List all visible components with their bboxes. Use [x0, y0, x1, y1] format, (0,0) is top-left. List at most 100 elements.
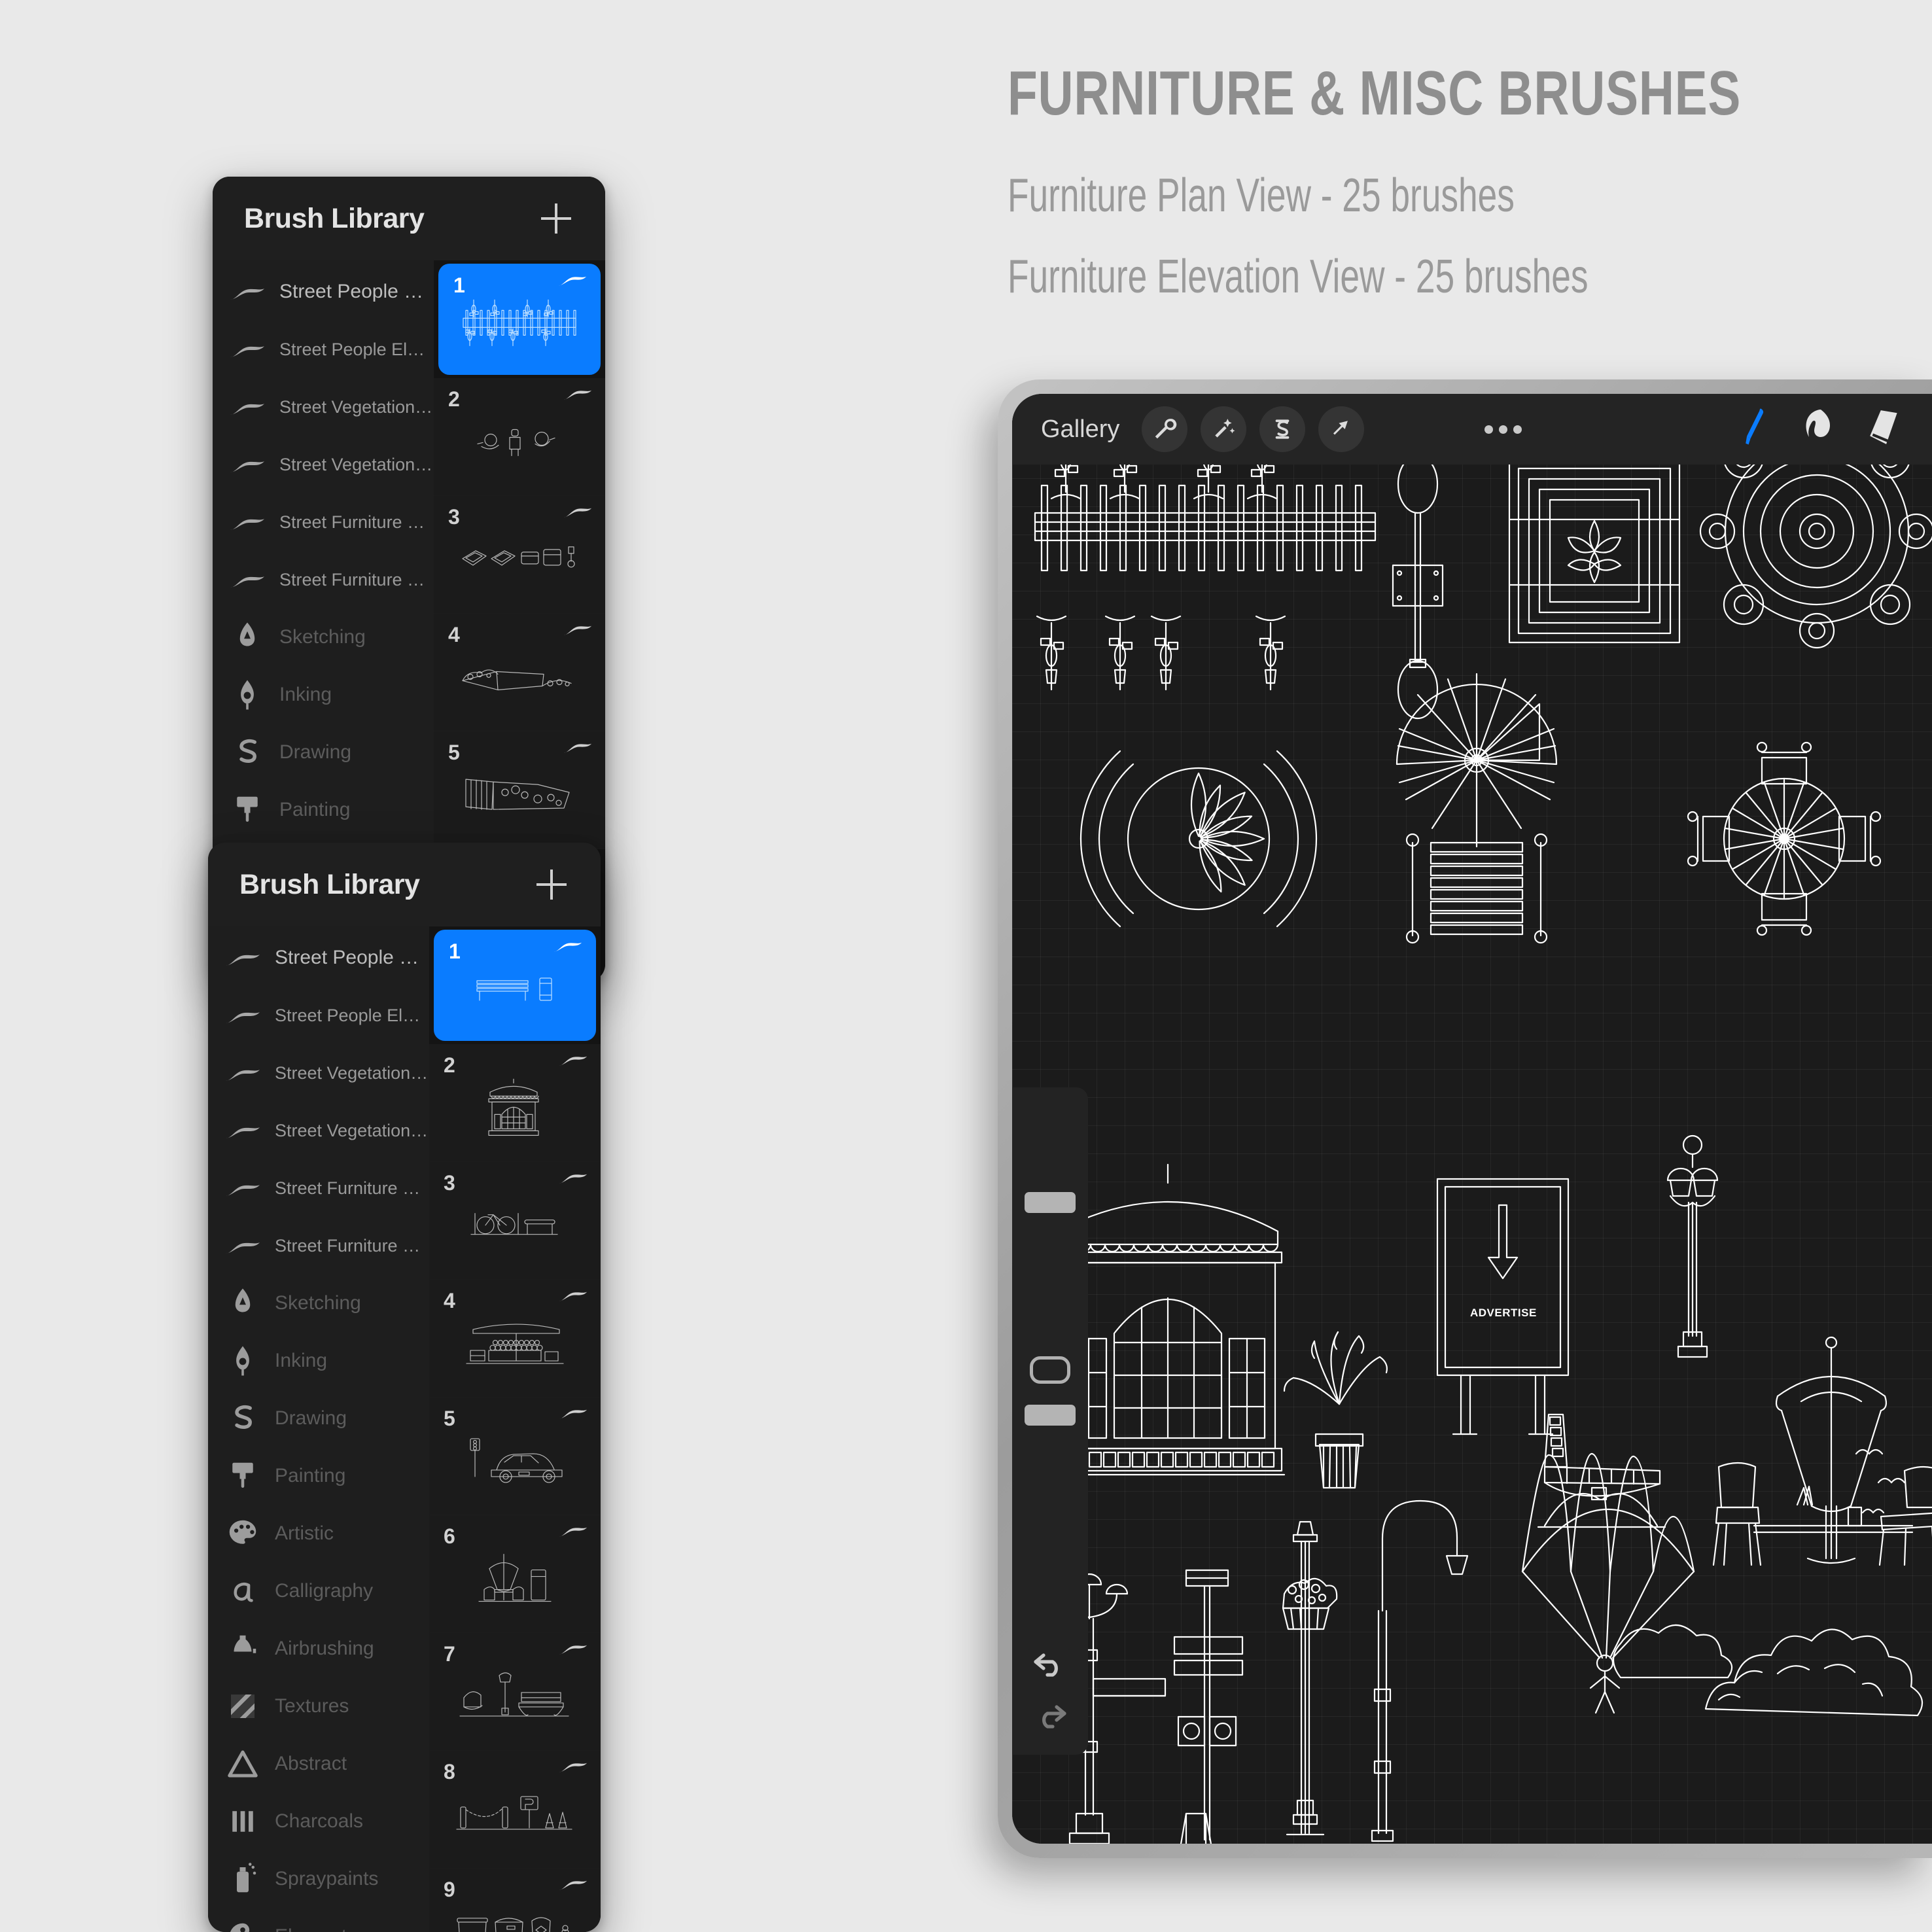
sidebar-item-street-furniture-elev[interactable]: Street Furniture Elev... — [208, 1217, 429, 1274]
ipad-screen: ADVERTISE Gallery — [1012, 394, 1932, 1844]
more-options-button[interactable] — [1484, 425, 1522, 434]
triangle-icon — [225, 1746, 260, 1782]
brush-card[interactable]: 3 — [429, 1162, 601, 1280]
three-bars-icon — [225, 1804, 260, 1839]
brush-card[interactable]: 8 — [429, 1751, 601, 1869]
adjustments-wand-icon[interactable] — [1201, 406, 1247, 452]
brush-card[interactable]: 2 — [434, 378, 605, 496]
brush-grid[interactable]: 1 2 3 4 5 6 7 8 9 — [429, 926, 601, 1932]
sidebar-item-street-vegetation-ele[interactable]: Street Vegetation Ele... — [208, 1102, 429, 1159]
brush-thumbnail-bicycle-and-rack-elevation — [429, 1208, 601, 1238]
sidebar-item-painting[interactable]: Painting — [213, 781, 434, 839]
procreate-toolbar[interactable]: Gallery — [1012, 394, 1932, 465]
brush-thumbnail-lamppost-and-bench-elevation — [429, 1671, 601, 1719]
sidebar-item-label: Artistic — [275, 1522, 334, 1544]
actions-wrench-icon[interactable] — [1142, 406, 1188, 452]
sidebar-item-label: Street People Plan — [275, 947, 429, 968]
sidebar-item-textures[interactable]: Textures — [208, 1677, 429, 1735]
palette-icon — [225, 1516, 260, 1551]
transform-arrow-icon[interactable] — [1318, 406, 1365, 452]
sidebar-item-street-vegetation-plan[interactable]: Street Vegetation Plan — [213, 378, 434, 436]
promo-block: FURNITURE & MISC BRUSHES Furniture Plan … — [1008, 62, 1897, 303]
sidebar-item-inking[interactable]: Inking — [208, 1332, 429, 1390]
sidebar-item-abstract[interactable]: Abstract — [208, 1735, 429, 1793]
sidebar-item-street-furniture-elev[interactable]: Street Furniture Elev... — [213, 551, 434, 608]
brush-stroke-icon — [563, 741, 592, 756]
sidebar-item-street-people-elevati[interactable]: Street People Elevati... — [213, 321, 434, 378]
sidebar-item-charcoals[interactable]: Charcoals — [208, 1793, 429, 1850]
sidebar-item-calligraphy[interactable]: Calligraphy — [208, 1562, 429, 1620]
add-brush-set-button[interactable] — [536, 869, 567, 900]
procreate-canvas[interactable] — [1012, 394, 1932, 1844]
sidebar-item-sketching[interactable]: Sketching — [213, 608, 434, 666]
brush-card[interactable]: 2 — [429, 1044, 601, 1162]
add-brush-set-button[interactable] — [541, 203, 571, 234]
sidebar-item-drawing[interactable]: Drawing — [208, 1390, 429, 1447]
gallery-button[interactable]: Gallery — [1041, 415, 1119, 444]
brush-card[interactable]: 5 — [434, 731, 605, 849]
sidebar-item-street-people-plan[interactable]: Street People Plan — [208, 929, 429, 987]
brush-stroke-icon — [225, 1123, 260, 1143]
sidebar-item-street-vegetation-ele[interactable]: Street Vegetation Ele... — [213, 436, 434, 493]
brush-thumbnail-street-people-plan — [434, 421, 605, 458]
brush-number: 2 — [448, 387, 460, 411]
promo-subtitle-elevation: Furniture Elevation View - 25 brushes — [1008, 251, 1589, 303]
brush-number: 5 — [444, 1407, 455, 1430]
sidebar-item-airbrushing[interactable]: Airbrushing — [208, 1620, 429, 1677]
sidebar-item-street-people-elevati[interactable]: Street People Elevati... — [208, 987, 429, 1044]
brush-stroke-icon — [225, 1066, 260, 1085]
sidebar-item-street-people-plan[interactable]: Street People Plan — [213, 263, 434, 321]
brush-number: 1 — [449, 940, 461, 963]
brush-thumbnail-barrier-parking-sign-cones — [429, 1792, 601, 1833]
sidebar-item-artistic[interactable]: Artistic — [208, 1505, 429, 1562]
brush-card[interactable]: 3 — [434, 496, 605, 614]
sidebar-item-label: Street Furniture Plan — [279, 512, 434, 532]
sidebar-item-painting[interactable]: Painting — [208, 1447, 429, 1505]
brush-library-panel-front[interactable]: Brush Library Street People Plan Street … — [208, 843, 601, 1932]
selection-s-icon[interactable] — [1259, 406, 1306, 452]
brush-card[interactable]: 1 — [439, 264, 600, 374]
eraser-tool-icon[interactable] — [1867, 409, 1903, 450]
sidebar-item-label: Street Furniture Elev... — [275, 1235, 429, 1256]
sidebar-item-sketching[interactable]: Sketching — [208, 1274, 429, 1332]
brush-stroke-icon — [563, 505, 592, 521]
brush-stroke-icon — [225, 1181, 260, 1201]
undo-button[interactable] — [1032, 1651, 1068, 1681]
brush-card[interactable]: 4 — [434, 614, 605, 731]
sidebar-tool-rail[interactable] — [1012, 1087, 1088, 1755]
brush-set-sidebar[interactable]: Street People Plan Street People Elevati… — [208, 926, 429, 1932]
paintbrush-tool-icon[interactable] — [1736, 408, 1772, 451]
sidebar-item-label: Street People Plan — [279, 281, 434, 302]
brush-size-slider[interactable] — [1012, 1087, 1088, 1346]
brush-card[interactable]: 5 — [429, 1397, 601, 1515]
sidebar-item-street-vegetation-plan[interactable]: Street Vegetation Plan — [208, 1044, 429, 1102]
sidebar-item-street-furniture-plan[interactable]: Street Furniture Plan — [213, 493, 434, 551]
sidebar-item-label: Street People Elevati... — [275, 1005, 429, 1025]
sidebar-item-label: Textures — [275, 1695, 349, 1717]
brush-card[interactable]: 4 — [429, 1280, 601, 1397]
brush-thumbnail-furniture-plan-set — [434, 541, 605, 572]
smudge-tool-icon[interactable] — [1801, 408, 1838, 451]
brush-stroke-icon — [563, 387, 592, 403]
brush-card[interactable]: 7 — [429, 1633, 601, 1751]
opacity-slider[interactable] — [1012, 1393, 1088, 1651]
modify-button[interactable] — [1030, 1356, 1070, 1384]
brush-card[interactable]: 9 — [429, 1869, 601, 1932]
sidebar-item-elements[interactable]: Elements — [208, 1908, 429, 1932]
panel-header: Brush Library — [213, 177, 605, 260]
sidebar-item-drawing[interactable]: Drawing — [213, 724, 434, 781]
sidebar-item-label: Inking — [275, 1350, 328, 1371]
sidebar-item-street-furniture-plan[interactable]: Street Furniture Plan — [208, 1159, 429, 1217]
sidebar-item-label: Sketching — [275, 1292, 361, 1314]
brush-number: 4 — [444, 1289, 455, 1312]
sidebar-item-inking[interactable]: Inking — [213, 666, 434, 724]
redo-button[interactable] — [1032, 1703, 1068, 1732]
sidebar-item-spraypaints[interactable]: Spraypaints — [208, 1850, 429, 1908]
brush-number: 2 — [444, 1053, 455, 1077]
sidebar-item-label: Drawing — [279, 741, 352, 763]
brush-stroke-icon — [563, 623, 592, 639]
brush-card[interactable]: 1 — [434, 930, 595, 1040]
brush-card[interactable]: 6 — [429, 1515, 601, 1633]
brush-stroke-icon — [230, 400, 265, 419]
sidebar-item-label: Inking — [279, 684, 332, 705]
